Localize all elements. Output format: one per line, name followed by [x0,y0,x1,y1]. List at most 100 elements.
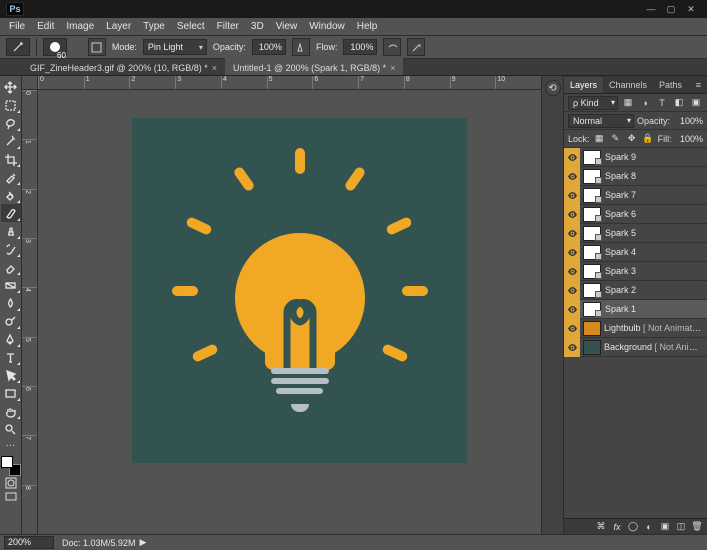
zoom-tool[interactable] [1,420,21,438]
quickmask-toggle[interactable] [3,476,19,490]
layer-name[interactable]: Spark 4 [605,247,703,257]
layer-row[interactable]: Spark 2 [564,281,707,300]
menu-view[interactable]: View [271,20,303,33]
menu-image[interactable]: Image [61,20,99,33]
visibility-toggle[interactable] [564,262,580,281]
brush-panel-toggle[interactable] [88,38,106,56]
layer-name[interactable]: Spark 7 [605,190,703,200]
visibility-toggle[interactable] [564,148,580,167]
fill-input[interactable]: 100% [675,134,703,144]
menu-type[interactable]: Type [138,20,170,33]
chevron-right-icon[interactable]: ▶ [140,537,147,548]
delete-layer-button[interactable]: 🗑 [691,521,703,533]
lasso-tool[interactable] [1,114,21,132]
marquee-tool[interactable] [1,96,21,114]
lock-position-icon[interactable]: ✥ [625,132,638,146]
menu-select[interactable]: Select [172,20,210,33]
expand-panels-button[interactable]: ⟲ [545,80,561,96]
layer-row[interactable]: Background [ Not Animated ] [564,338,707,357]
panel-menu-button[interactable]: ≡ [690,77,707,93]
visibility-toggle[interactable] [564,281,580,300]
tab-layers[interactable]: Layers [564,77,603,93]
eraser-tool[interactable] [1,258,21,276]
layers-list[interactable]: Spark 9 Spark 8 Spark 7 Spark 6 Spark 5 Spark… [564,148,707,518]
visibility-toggle[interactable] [564,186,580,205]
filter-pixel-icon[interactable]: ▦ [621,96,635,110]
crop-tool[interactable] [1,150,21,168]
layer-blend-select[interactable]: Normal [568,114,634,128]
adjustment-layer-button[interactable]: ◐ [643,521,655,533]
menu-help[interactable]: Help [352,20,383,33]
layer-row[interactable]: Spark 5 [564,224,707,243]
layer-thumbnail[interactable] [583,321,601,336]
canvas[interactable] [132,118,467,463]
visibility-toggle[interactable] [564,243,580,262]
size-pressure-toggle[interactable] [407,38,425,56]
type-tool[interactable] [1,348,21,366]
zoom-input[interactable]: 200% [4,536,54,549]
path-select-tool[interactable] [1,366,21,384]
opacity-pressure-toggle[interactable] [292,38,310,56]
wand-tool[interactable] [1,132,21,150]
menu-edit[interactable]: Edit [32,20,59,33]
move-tool[interactable] [1,78,21,96]
filter-kind-select[interactable]: ρ Kind [568,96,618,110]
tab-channels[interactable]: Channels [603,77,653,93]
layer-row[interactable]: Spark 6 [564,205,707,224]
layer-row[interactable]: Spark 8 [564,167,707,186]
layer-row[interactable]: Spark 9 [564,148,707,167]
close-icon[interactable]: × [212,63,217,73]
doc-info[interactable]: Doc: 1.03M/5.92M ▶ [62,537,146,548]
screenmode-toggle[interactable] [3,490,19,504]
menu-layer[interactable]: Layer [101,20,136,33]
edit-toolbar-button[interactable]: ··· [3,438,19,452]
new-layer-button[interactable]: ◫ [675,521,687,533]
layer-name[interactable]: Spark 6 [605,209,703,219]
layer-name[interactable]: Lightbulb [ Not Animated ] [604,323,703,333]
hand-tool[interactable] [1,402,21,420]
visibility-toggle[interactable] [564,205,580,224]
layer-thumbnail[interactable] [583,340,601,355]
brush-tool[interactable] [1,204,21,222]
window-maximize-button[interactable]: ▢ [661,2,681,16]
window-minimize-button[interactable]: — [641,2,661,16]
visibility-toggle[interactable] [564,224,580,243]
visibility-toggle[interactable] [564,338,580,357]
layer-name[interactable]: Spark 1 [605,304,703,314]
shape-tool[interactable] [1,384,21,402]
eyedropper-tool[interactable] [1,168,21,186]
layer-fx-button[interactable]: fx [611,521,623,533]
visibility-toggle[interactable] [564,300,580,319]
menu-file[interactable]: File [4,20,30,33]
layer-name[interactable]: Spark 5 [605,228,703,238]
dodge-tool[interactable] [1,312,21,330]
close-icon[interactable]: × [390,63,395,73]
tab-document-2[interactable]: Untitled-1 @ 200% (Spark 1, RGB/8) * × [225,58,403,75]
layer-name[interactable]: Spark 9 [605,152,703,162]
opacity-input[interactable]: 100% [252,39,286,55]
canvas-viewport[interactable]: 0 1 2 3 4 5 6 7 8 9 10 0 1 2 3 4 5 6 7 8 [22,76,541,534]
foreground-color[interactable] [1,456,13,468]
layer-group-button[interactable]: ▣ [659,521,671,533]
window-close-button[interactable]: ✕ [681,2,701,16]
link-layers-button[interactable]: ⌘ [595,521,607,533]
filter-type-icon[interactable]: T [655,96,669,110]
history-brush-tool[interactable] [1,240,21,258]
color-swatches[interactable] [1,456,21,476]
flow-input[interactable]: 100% [343,39,377,55]
layer-opacity-input[interactable]: 100% [673,116,703,126]
layer-row[interactable]: Spark 1 [564,300,707,319]
filter-adjust-icon[interactable]: ◑ [638,96,652,110]
visibility-toggle[interactable] [564,167,580,186]
layer-name[interactable]: Background [ Not Animated ] [604,342,703,352]
ruler-vertical[interactable]: 0 1 2 3 4 5 6 7 8 [22,90,38,534]
filter-shape-icon[interactable]: ◧ [672,96,686,110]
layer-row[interactable]: Lightbulb [ Not Animated ] [564,319,707,338]
layer-name[interactable]: Spark 8 [605,171,703,181]
layer-row[interactable]: Spark 7 [564,186,707,205]
visibility-toggle[interactable] [564,319,580,338]
ruler-origin[interactable] [22,76,38,90]
tool-preset-picker[interactable] [6,38,30,56]
tab-document-1[interactable]: GIF_ZineHeader3.gif @ 200% (10, RGB/8) *… [22,58,225,75]
menu-filter[interactable]: Filter [212,20,244,33]
